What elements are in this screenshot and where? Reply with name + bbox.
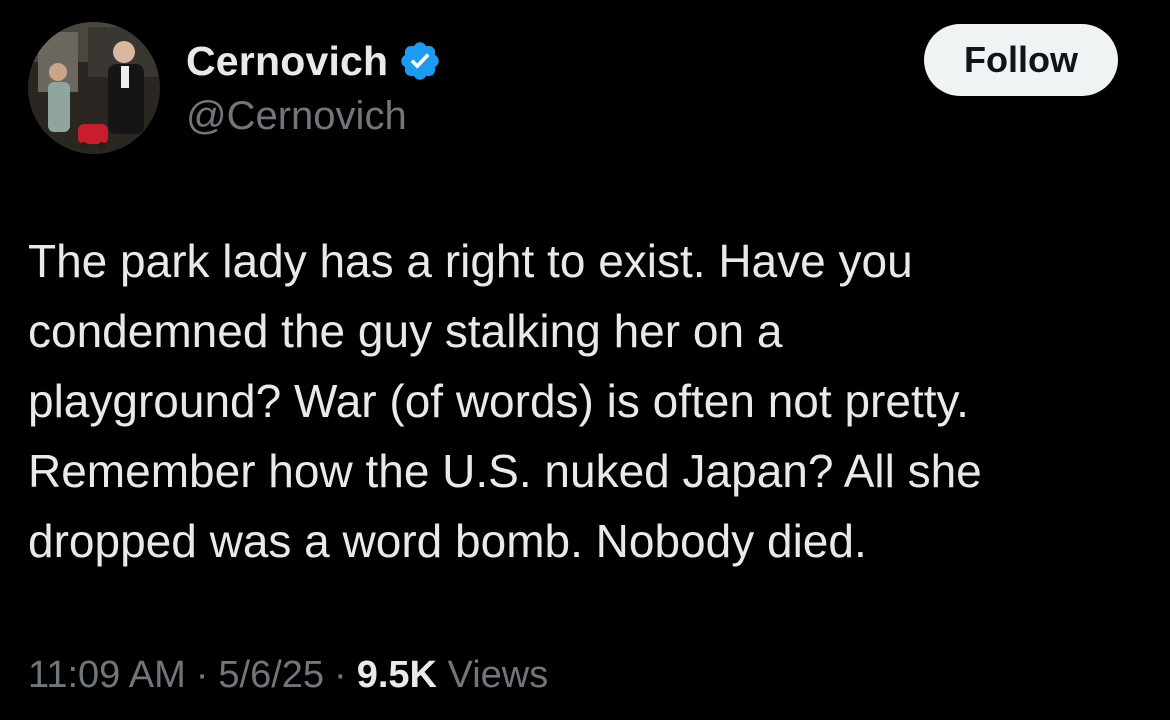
tweet-text: The park lady has a right to exist. Have…: [28, 226, 1138, 576]
tweet-text-line: playground? War (of words) is often not …: [28, 375, 969, 427]
avatar[interactable]: [28, 22, 160, 154]
verified-badge-icon: [398, 39, 442, 83]
tweet-text-line: condemned the guy stalking her on a: [28, 305, 783, 357]
author-info: Cernovich @Cernovich: [186, 36, 442, 139]
meta-separator: ·: [334, 654, 347, 696]
views-label[interactable]: Views: [448, 654, 549, 696]
tweet-card: Cernovich @Cernovich Follow The park lad…: [0, 0, 1170, 720]
tweet-text-line: Remember how the U.S. nuked Japan? All s…: [28, 445, 982, 497]
follow-button[interactable]: Follow: [924, 24, 1118, 96]
user-handle[interactable]: @Cernovich: [186, 94, 442, 139]
tweet-text-line: The park lady has a right to exist. Have…: [28, 235, 913, 287]
tweet-date[interactable]: 5/6/25: [218, 654, 324, 696]
meta-separator: ·: [195, 654, 209, 696]
tweet-text-line: dropped was a word bomb. Nobody died.: [28, 515, 867, 567]
name-row: Cernovich: [186, 36, 442, 86]
tweet-time[interactable]: 11:09 AM: [28, 654, 186, 696]
views-count[interactable]: 9.5K: [357, 654, 437, 696]
display-name[interactable]: Cernovich: [186, 38, 388, 85]
avatar-photo: [28, 22, 160, 154]
tweet-meta: 11:09 AM · 5/6/25 · 9.5K Views: [28, 654, 548, 697]
